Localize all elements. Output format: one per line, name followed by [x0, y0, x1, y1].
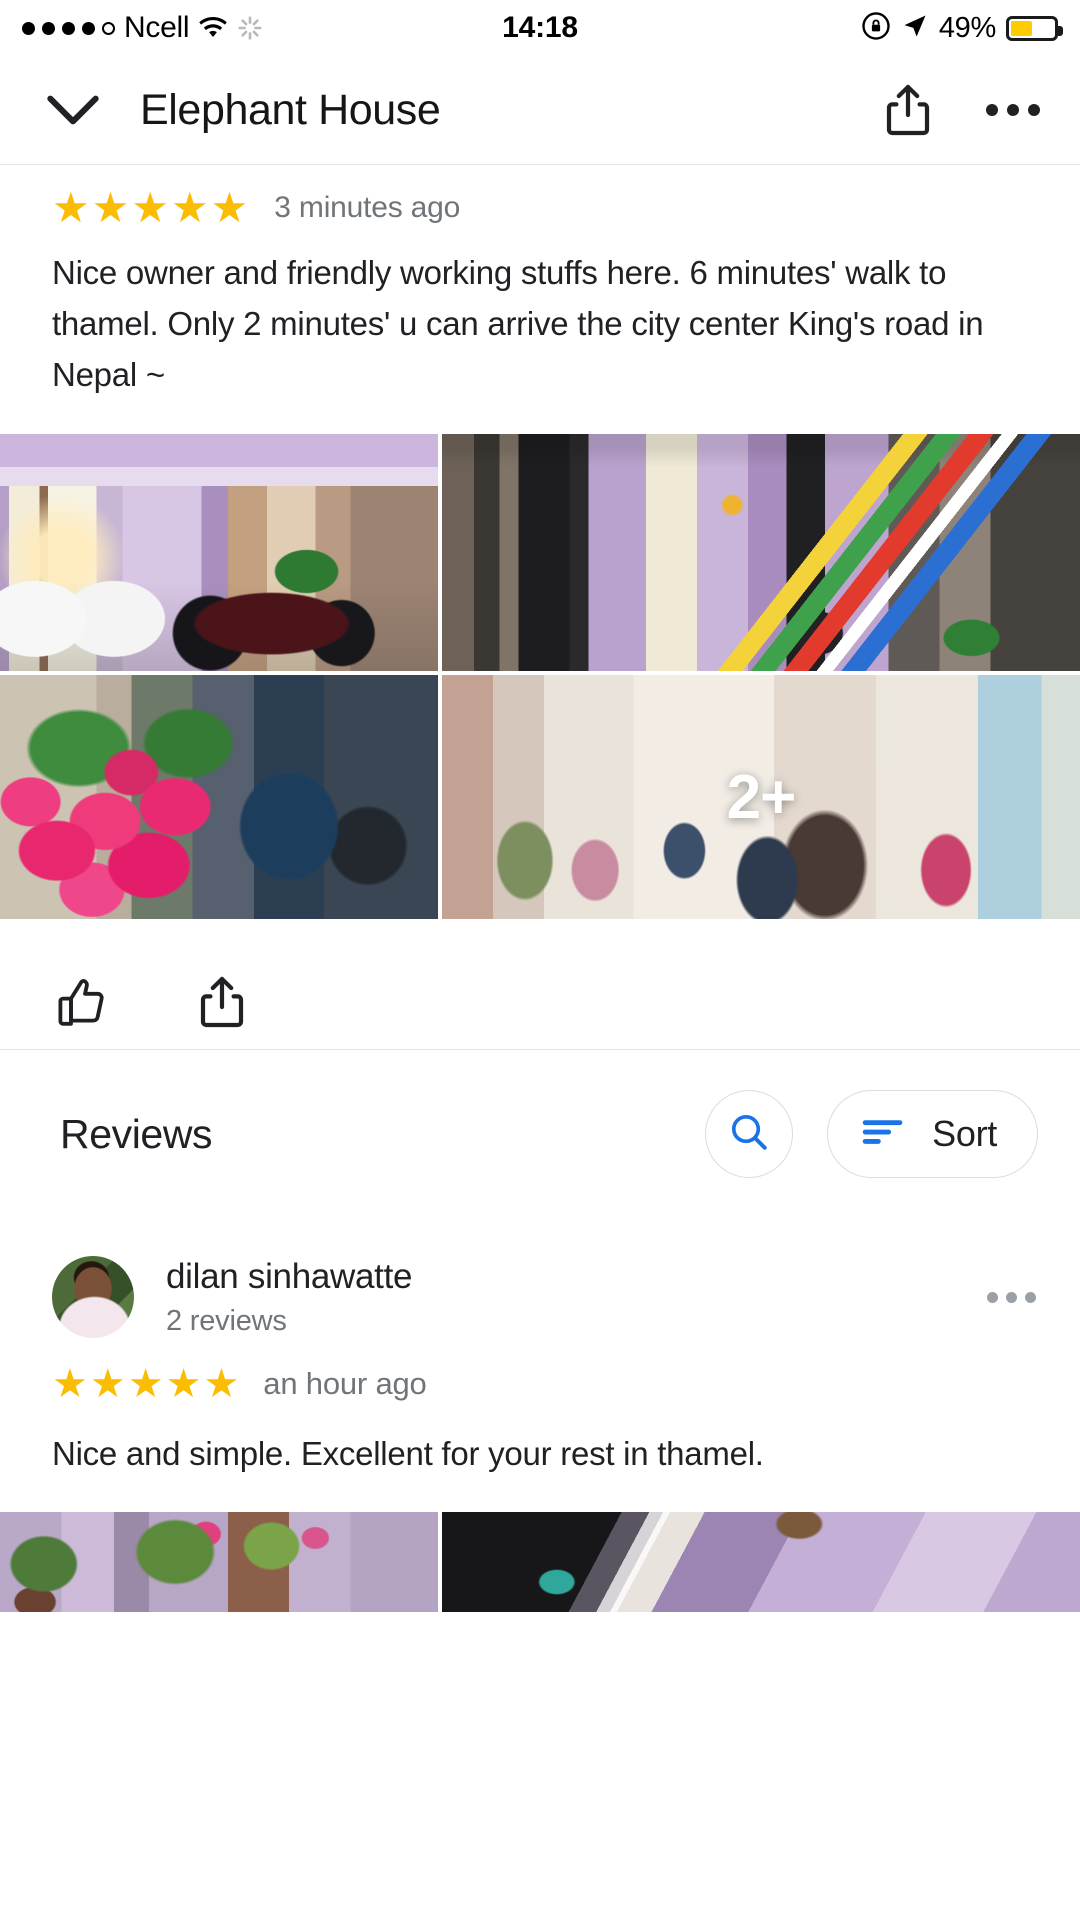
header-actions: [886, 84, 1040, 136]
review-timestamp: an hour ago: [263, 1366, 427, 1401]
sort-reviews-button[interactable]: Sort: [827, 1090, 1038, 1178]
avatar[interactable]: [52, 1256, 134, 1338]
share-icon[interactable]: [886, 84, 930, 136]
star-icon: ★: [52, 184, 90, 231]
star-icon: ★: [210, 184, 249, 231]
star-icon: ★: [127, 1362, 164, 1406]
star-icon: ★: [170, 184, 209, 231]
battery-percent-label: 49%: [938, 11, 996, 44]
carrier-label: Ncell: [124, 11, 190, 44]
rotation-lock-icon: [861, 11, 891, 46]
status-bar-left: Ncell: [22, 11, 263, 45]
more-photos-badge[interactable]: 2+: [442, 675, 1080, 919]
photo-group-selfie[interactable]: 2+: [442, 675, 1080, 919]
sort-label: Sort: [932, 1113, 997, 1154]
reviews-heading: Reviews: [60, 1110, 213, 1157]
status-bar: Ncell 14:18 49%: [0, 0, 1080, 56]
chevron-down-icon[interactable]: [42, 79, 104, 141]
star-icon: ★: [89, 1362, 126, 1406]
location-arrow-icon: [901, 12, 929, 45]
photo-purple-wall-prayer-flags[interactable]: [442, 434, 1080, 671]
top-review-rating-row: ★ ★ ★ ★ ★ 3 minutes ago: [0, 165, 1080, 229]
photo-pink-flowers[interactable]: [0, 675, 438, 919]
reviewer-review-count: 2 reviews: [166, 1304, 287, 1337]
review-photo-strip: [0, 1512, 1080, 1612]
search-icon: [728, 1111, 770, 1158]
photo-purple-building-window[interactable]: [442, 1512, 1080, 1612]
review-photo-grid: 2+: [0, 434, 1080, 919]
sort-lines-icon: [862, 1117, 904, 1152]
wifi-icon: [198, 16, 228, 40]
battery-icon: [1006, 15, 1063, 41]
review-overflow-menu-icon[interactable]: [987, 1291, 1036, 1303]
thumbs-up-icon[interactable]: [56, 977, 108, 1027]
review-list-item: dilan sinhawatte 2 reviews ★ ★ ★ ★ ★ an …: [0, 1218, 1080, 1612]
photo-purple-house-porch[interactable]: [0, 434, 438, 671]
reviewer-row: dilan sinhawatte 2 reviews: [0, 1218, 1080, 1338]
star-icon: ★: [52, 1362, 88, 1406]
review-timestamp: 3 minutes ago: [274, 191, 461, 224]
review-body-text: Nice and simple. Excellent for your rest…: [52, 1435, 764, 1472]
share-icon[interactable]: [200, 976, 244, 1028]
spinner-icon: [237, 15, 263, 41]
star-icon: ★: [131, 184, 169, 231]
page-title: Elephant House: [140, 85, 441, 134]
status-bar-right: 49%: [861, 11, 1063, 46]
reviews-header-actions: Sort: [705, 1090, 1038, 1178]
reviews-section-header: Reviews Sort: [0, 1050, 1080, 1218]
star-icon: ★: [91, 184, 130, 231]
reviewer-meta: dilan sinhawatte 2 reviews: [166, 1257, 413, 1338]
star-icon: ★: [203, 1362, 240, 1406]
app-header: Elephant House: [0, 56, 1080, 165]
photo-courtyard-plants[interactable]: [0, 1512, 438, 1612]
reviewer-name[interactable]: dilan sinhawatte: [166, 1257, 413, 1297]
star-rating: ★ ★ ★ ★ ★: [52, 1364, 239, 1404]
review-rating-row: ★ ★ ★ ★ ★ an hour ago: [0, 1338, 1080, 1404]
more-horizontal-icon[interactable]: [986, 104, 1040, 116]
review-body-text: Nice owner and friendly working stuffs h…: [52, 254, 984, 393]
star-rating: ★ ★ ★ ★ ★: [52, 187, 248, 229]
search-reviews-button[interactable]: [705, 1090, 794, 1178]
star-icon: ★: [165, 1362, 202, 1406]
review-action-row: [0, 919, 1080, 1049]
signal-strength-icon: [22, 21, 115, 35]
top-review-card: ★ ★ ★ ★ ★ 3 minutes ago Nice owner and f…: [0, 165, 1080, 1049]
